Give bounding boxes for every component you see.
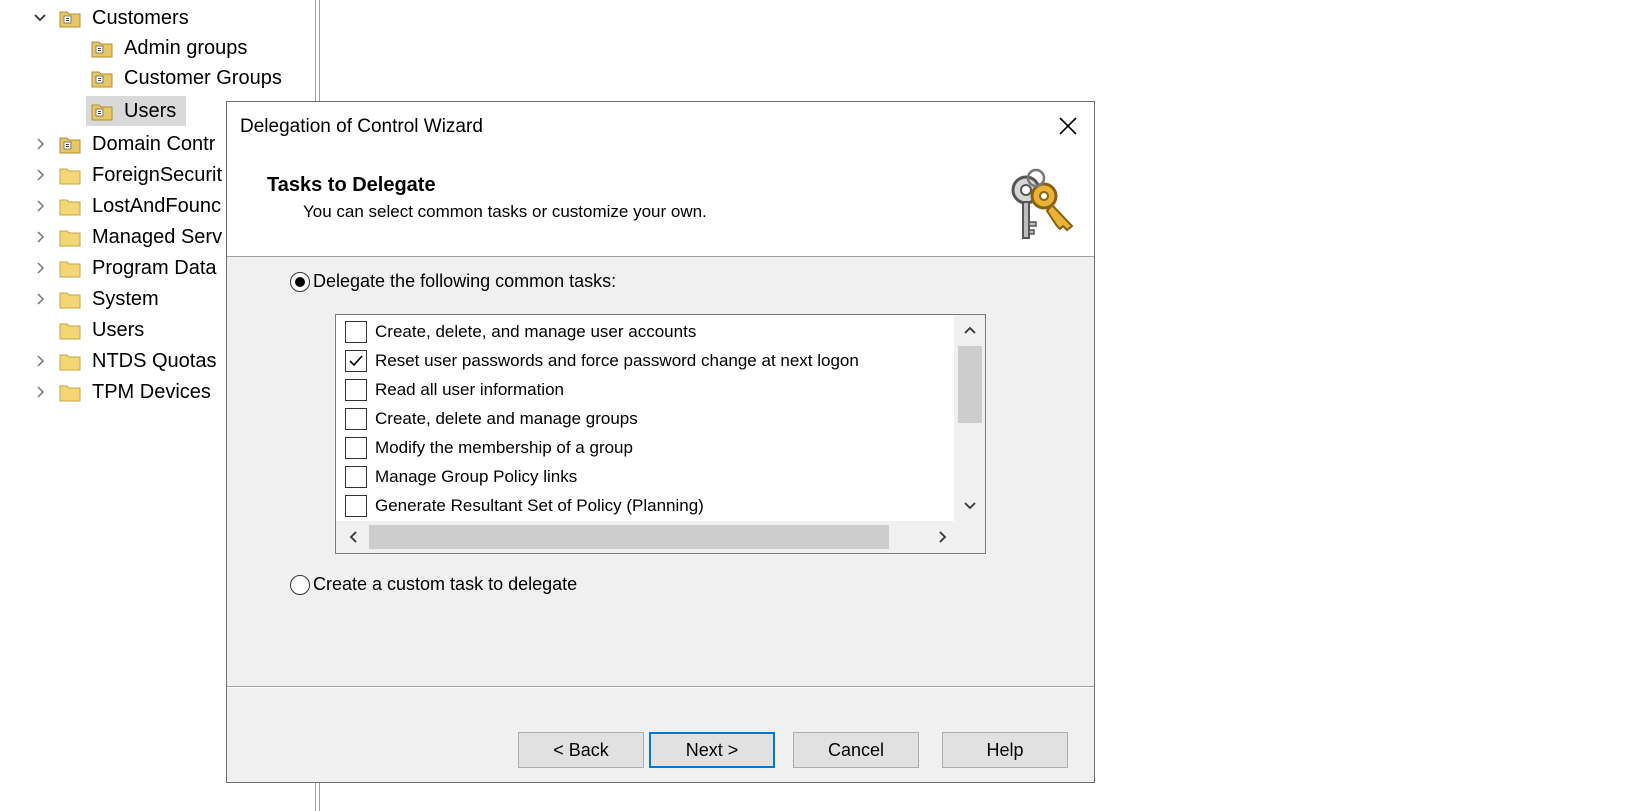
tree-label: Domain Contr — [92, 133, 216, 155]
ou-folder-icon — [91, 104, 113, 121]
checkbox[interactable] — [345, 466, 367, 488]
checkmark-icon — [349, 355, 363, 367]
chevron-right-icon[interactable] — [29, 257, 51, 279]
radio-label: Create a custom task to delegate — [313, 574, 578, 594]
chevron-left-icon — [349, 531, 357, 543]
tree-node-admin-groups[interactable]: Admin groups — [0, 34, 300, 62]
tree-node-customers[interactable]: Customers — [0, 4, 300, 32]
folder-icon — [59, 199, 81, 216]
ou-folder-icon — [91, 41, 113, 58]
keys-icon — [1011, 168, 1074, 239]
delegation-wizard-dialog: Delegation of Control Wizard Tasks to De… — [226, 101, 1095, 783]
chevron-down-icon — [963, 502, 976, 510]
task-label: Create, delete, and manage user accounts — [375, 322, 697, 341]
chevron-right-icon[interactable] — [29, 133, 51, 155]
scrollbar-corner — [954, 521, 985, 553]
chevron-down-icon[interactable] — [29, 7, 51, 29]
task-item[interactable]: Generate Resultant Set of Policy (Planni… — [345, 493, 704, 519]
tree-label: Customer Groups — [124, 67, 282, 89]
tree-node-users-selected[interactable]: Users — [86, 96, 186, 126]
vertical-scrollbar[interactable] — [954, 315, 985, 521]
folder-icon — [59, 292, 81, 309]
chevron-right-icon[interactable] — [29, 381, 51, 403]
task-item[interactable]: Read all user information — [345, 377, 564, 403]
radio-custom-task[interactable]: Create a custom task to delegate — [290, 574, 577, 595]
tree-label: Program Data — [92, 257, 217, 279]
close-button[interactable] — [1042, 102, 1094, 150]
tree-label: ForeignSecurit — [92, 164, 223, 186]
tree-label: Admin groups — [124, 37, 248, 59]
folder-icon — [59, 323, 81, 340]
scroll-up-button[interactable] — [954, 315, 985, 345]
radio-label: Delegate the following common tasks: — [313, 271, 617, 291]
ou-folder-icon — [91, 71, 113, 88]
chevron-up-icon — [963, 326, 976, 334]
task-item[interactable]: Create, delete, and manage user accounts — [345, 319, 696, 345]
folder-icon — [59, 261, 81, 278]
tasks-listbox[interactable]: Create, delete, and manage user accounts… — [335, 314, 986, 554]
tree-label: LostAndFounc — [92, 195, 221, 217]
dialog-title: Delegation of Control Wizard — [240, 116, 483, 137]
chevron-right-icon[interactable] — [29, 288, 51, 310]
tree-label: Users — [92, 319, 145, 341]
folder-icon — [59, 354, 81, 371]
tree-label: Users — [124, 100, 177, 122]
back-button[interactable]: < Back — [518, 732, 644, 768]
vertical-scroll-thumb[interactable] — [958, 346, 982, 423]
task-label: Generate Resultant Set of Policy (Planni… — [375, 496, 704, 515]
ou-folder-icon — [59, 137, 81, 154]
chevron-right-icon — [938, 531, 946, 543]
checkbox-checked[interactable] — [345, 350, 367, 372]
folder-icon — [59, 168, 81, 185]
page-subtitle: You can select common tasks or customize… — [303, 202, 707, 221]
checkbox[interactable] — [345, 495, 367, 517]
chevron-right-icon[interactable] — [29, 195, 51, 217]
dialog-titlebar[interactable]: Delegation of Control Wizard — [227, 102, 1094, 150]
task-item[interactable]: Reset user passwords and force password … — [345, 348, 859, 374]
task-label: Read all user information — [375, 380, 564, 399]
chevron-right-icon[interactable] — [29, 350, 51, 372]
radio-button[interactable] — [290, 271, 310, 292]
chevron-right-icon[interactable] — [29, 226, 51, 248]
tree-label: TPM Devices — [92, 381, 211, 403]
checkbox[interactable] — [345, 408, 367, 430]
tree-label: NTDS Quotas — [92, 350, 217, 372]
radio-common-tasks[interactable]: Delegate the following common tasks: — [290, 271, 616, 292]
folder-icon — [59, 385, 81, 402]
next-button[interactable]: Next > — [649, 732, 775, 768]
radio-button[interactable] — [290, 574, 310, 595]
horizontal-scroll-thumb[interactable] — [369, 525, 889, 549]
tree-label: System — [92, 288, 159, 310]
tree-label: Managed Serv — [92, 226, 223, 248]
horizontal-scrollbar[interactable] — [336, 521, 985, 553]
task-item[interactable]: Modify the membership of a group — [345, 435, 633, 461]
task-label: Manage Group Policy links — [375, 467, 578, 486]
checkbox[interactable] — [345, 437, 367, 459]
task-label: Create, delete and manage groups — [375, 409, 638, 428]
chevron-right-icon[interactable] — [29, 164, 51, 186]
task-label: Reset user passwords and force password … — [375, 351, 859, 370]
task-item[interactable]: Create, delete and manage groups — [345, 406, 638, 432]
scroll-left-button[interactable] — [336, 521, 369, 553]
help-button[interactable]: Help — [942, 732, 1068, 768]
tree-label: Customers — [92, 7, 189, 29]
cancel-button[interactable]: Cancel — [793, 732, 919, 768]
folder-icon — [59, 230, 81, 247]
task-label: Modify the membership of a group — [375, 438, 633, 457]
tree-node-customer-groups[interactable]: Customer Groups — [0, 64, 300, 92]
footer-divider — [227, 686, 1094, 688]
wizard-header: Tasks to Delegate You can select common … — [227, 150, 1094, 257]
checkbox[interactable] — [345, 321, 367, 343]
close-icon — [1059, 117, 1077, 135]
task-item[interactable]: Manage Group Policy links — [345, 464, 577, 490]
checkbox[interactable] — [345, 379, 367, 401]
ou-folder-icon — [59, 11, 81, 28]
scroll-down-button[interactable] — [954, 491, 985, 521]
page-title: Tasks to Delegate — [267, 174, 436, 196]
